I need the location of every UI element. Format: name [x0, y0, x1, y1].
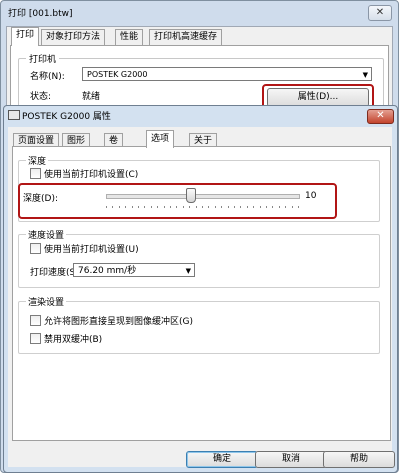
render-group-box	[18, 301, 380, 354]
printer-name-label: 名称(N):	[30, 72, 65, 82]
disable-double-buffer-label: 禁用双缓冲(B)	[44, 335, 103, 345]
use-printer-speed-checkbox[interactable]	[30, 243, 41, 254]
render-group-title: 渲染设置	[26, 295, 67, 308]
use-printer-depth-label: 使用当前打印机设置(C)	[44, 170, 139, 180]
printer-group-title: 打印机	[26, 52, 60, 65]
depth-group-title: 深度	[26, 154, 49, 167]
print-speed-select[interactable]: 76.20 mm/秒 ▼	[73, 263, 195, 277]
ok-button[interactable]: 确定	[186, 451, 258, 468]
print-speed-value: 76.20 mm/秒	[78, 266, 137, 276]
cancel-button[interactable]: 取消	[255, 451, 327, 468]
print-dialog-close-button[interactable]: ✕	[368, 5, 392, 21]
chevron-down-icon: ▼	[185, 267, 191, 275]
use-printer-speed-label: 使用当前打印机设置(U)	[44, 245, 139, 255]
use-printer-depth-checkbox[interactable]	[30, 168, 41, 179]
tab-object-print-method[interactable]: 对象打印方法	[41, 29, 106, 45]
properties-dialog-title: POSTEK G2000 属性	[22, 112, 111, 122]
printer-name-select[interactable]: POSTEK G2000 ▼	[82, 67, 372, 81]
properties-dialog-close-button[interactable]: ✕	[367, 109, 394, 124]
printer-name-value: POSTEK G2000	[87, 70, 148, 79]
allow-direct-render-checkbox[interactable]	[30, 315, 41, 326]
help-button[interactable]: 帮助	[323, 451, 395, 468]
tab-performance[interactable]: 性能	[115, 29, 144, 45]
tab-print[interactable]: 打印	[11, 27, 40, 46]
print-dialog-title: 打印 [001.btw]	[8, 9, 73, 19]
chevron-down-icon: ▼	[362, 71, 368, 79]
depth-highlight	[18, 183, 337, 219]
printer-icon	[8, 110, 20, 120]
allow-direct-render-label: 允许将图形直接呈现到图像缓冲区(G)	[44, 317, 193, 327]
printer-status-label: 状态:	[30, 92, 52, 102]
disable-double-buffer-checkbox[interactable]	[30, 333, 41, 344]
printer-status-value: 就绪	[82, 92, 101, 102]
speed-group-title: 速度设置	[26, 228, 67, 241]
tab-printer-cache[interactable]: 打印机高速缓存	[149, 29, 223, 45]
tab-options[interactable]: 选项	[146, 130, 175, 148]
